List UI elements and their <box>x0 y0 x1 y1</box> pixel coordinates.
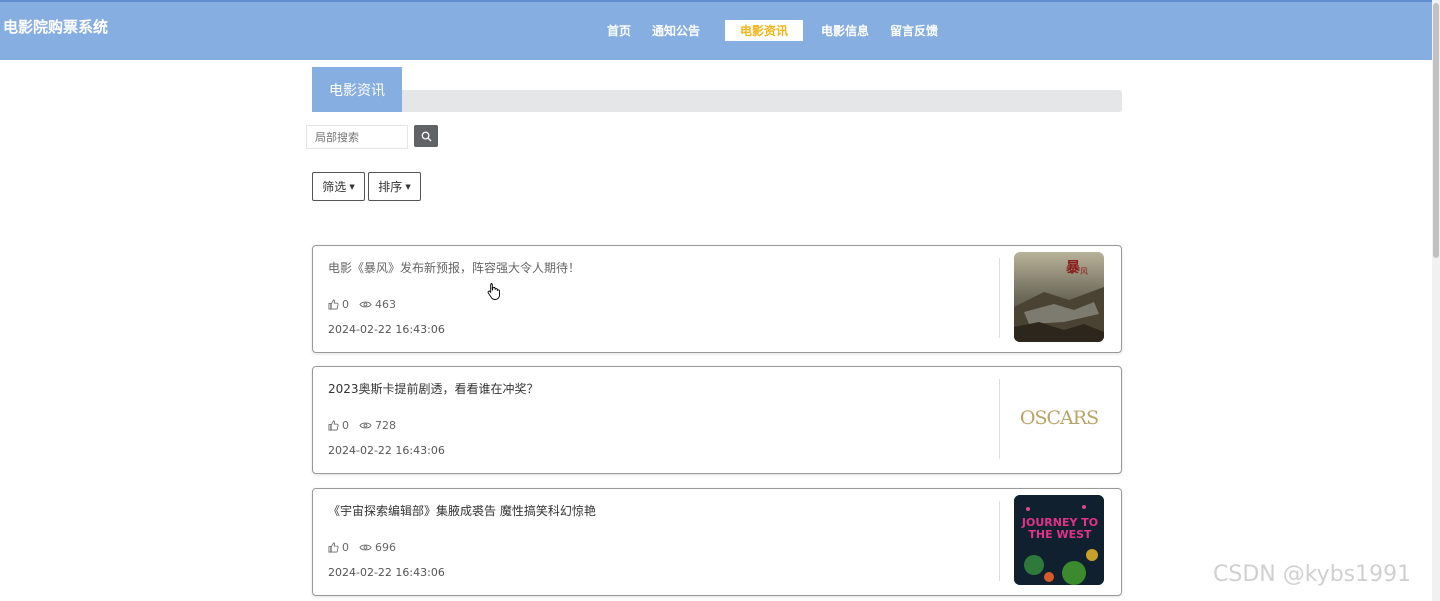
svg-text:暴: 暴 <box>1065 260 1081 276</box>
news-thumbnail[interactable]: JOURNEY TO THE WEST <box>1014 495 1104 585</box>
card-divider <box>999 379 1000 459</box>
eye-icon <box>359 544 372 551</box>
view-count: 463 <box>375 298 396 311</box>
news-stats: 0 696 <box>328 541 406 554</box>
section-title: 电影资讯 <box>312 67 402 112</box>
watermark-text: CSDN @kybs1991 <box>1213 562 1412 587</box>
caret-down-icon: ▼ <box>349 182 355 191</box>
filter-dropdown[interactable]: 筛选 ▼ <box>312 172 365 201</box>
svg-text:风: 风 <box>1080 267 1088 276</box>
view-count: 728 <box>375 419 396 432</box>
news-date: 2024-02-22 16:43:06 <box>328 444 445 457</box>
news-thumbnail[interactable]: 暴 风 <box>1014 252 1104 342</box>
nav-item-feedback[interactable]: 留言反馈 <box>883 20 945 41</box>
caret-down-icon: ▼ <box>405 182 411 191</box>
sort-label: 排序 <box>378 180 403 194</box>
app-title: 电影院购票系统 <box>3 18 109 36</box>
news-card[interactable]: 电影《暴风》发布新预报，阵容强大令人期待！ 0 463 2024-02-22 1… <box>312 245 1122 353</box>
eye-icon <box>359 422 372 429</box>
oscars-logo-text: OSCARS <box>1019 407 1099 429</box>
scrollbar-thumb[interactable] <box>1433 3 1439 258</box>
search-icon <box>421 131 432 142</box>
news-stats: 0 463 <box>328 298 406 311</box>
section-title-bar <box>312 90 1122 112</box>
news-thumbnail[interactable]: OSCARS <box>1014 373 1104 463</box>
card-divider <box>999 258 1000 338</box>
news-title[interactable]: 《宇宙探索编辑部》集腋成裘告 魔性搞笑科幻惊艳 <box>328 502 596 519</box>
eye-icon <box>359 301 372 308</box>
news-title[interactable]: 2023奥斯卡提前剧透，看看谁在冲奖？ <box>328 380 539 397</box>
news-date: 2024-02-22 16:43:06 <box>328 566 445 579</box>
search-input[interactable] <box>306 125 408 149</box>
filter-label: 筛选 <box>322 180 347 194</box>
nav-item-home[interactable]: 首页 <box>600 20 638 41</box>
like-count: 0 <box>342 541 349 554</box>
nav-item-movies[interactable]: 电影信息 <box>814 20 876 41</box>
card-divider <box>999 501 1000 581</box>
view-count: 696 <box>375 541 396 554</box>
hand-cursor-icon <box>487 283 500 300</box>
news-card[interactable]: 2023奥斯卡提前剧透，看看谁在冲奖？ 0 728 2024-02-22 16:… <box>312 366 1122 474</box>
news-title[interactable]: 电影《暴风》发布新预报，阵容强大令人期待！ <box>328 259 580 276</box>
thumbs-up-icon[interactable] <box>328 420 339 431</box>
news-card[interactable]: 《宇宙探索编辑部》集腋成裘告 魔性搞笑科幻惊艳 0 696 2024-02-22… <box>312 488 1122 596</box>
sort-dropdown[interactable]: 排序 ▼ <box>368 172 421 201</box>
news-date: 2024-02-22 16:43:06 <box>328 323 445 336</box>
nav-item-news[interactable]: 电影资讯 <box>725 20 804 41</box>
like-count: 0 <box>342 298 349 311</box>
like-count: 0 <box>342 419 349 432</box>
news-stats: 0 728 <box>328 419 406 432</box>
poster-title-text: JOURNEY TO THE WEST <box>1021 516 1099 541</box>
page-scrollbar[interactable] <box>1432 0 1440 601</box>
top-navbar: 电影院购票系统 首页 通知公告 电影资讯 电影信息 留言反馈 <box>0 0 1440 60</box>
nav-item-notices[interactable]: 通知公告 <box>645 20 707 41</box>
thumbs-up-icon[interactable] <box>328 299 339 310</box>
main-nav: 首页 通知公告 电影资讯 电影信息 留言反馈 <box>600 20 952 41</box>
thumbs-up-icon[interactable] <box>328 542 339 553</box>
search-button[interactable] <box>414 125 438 147</box>
